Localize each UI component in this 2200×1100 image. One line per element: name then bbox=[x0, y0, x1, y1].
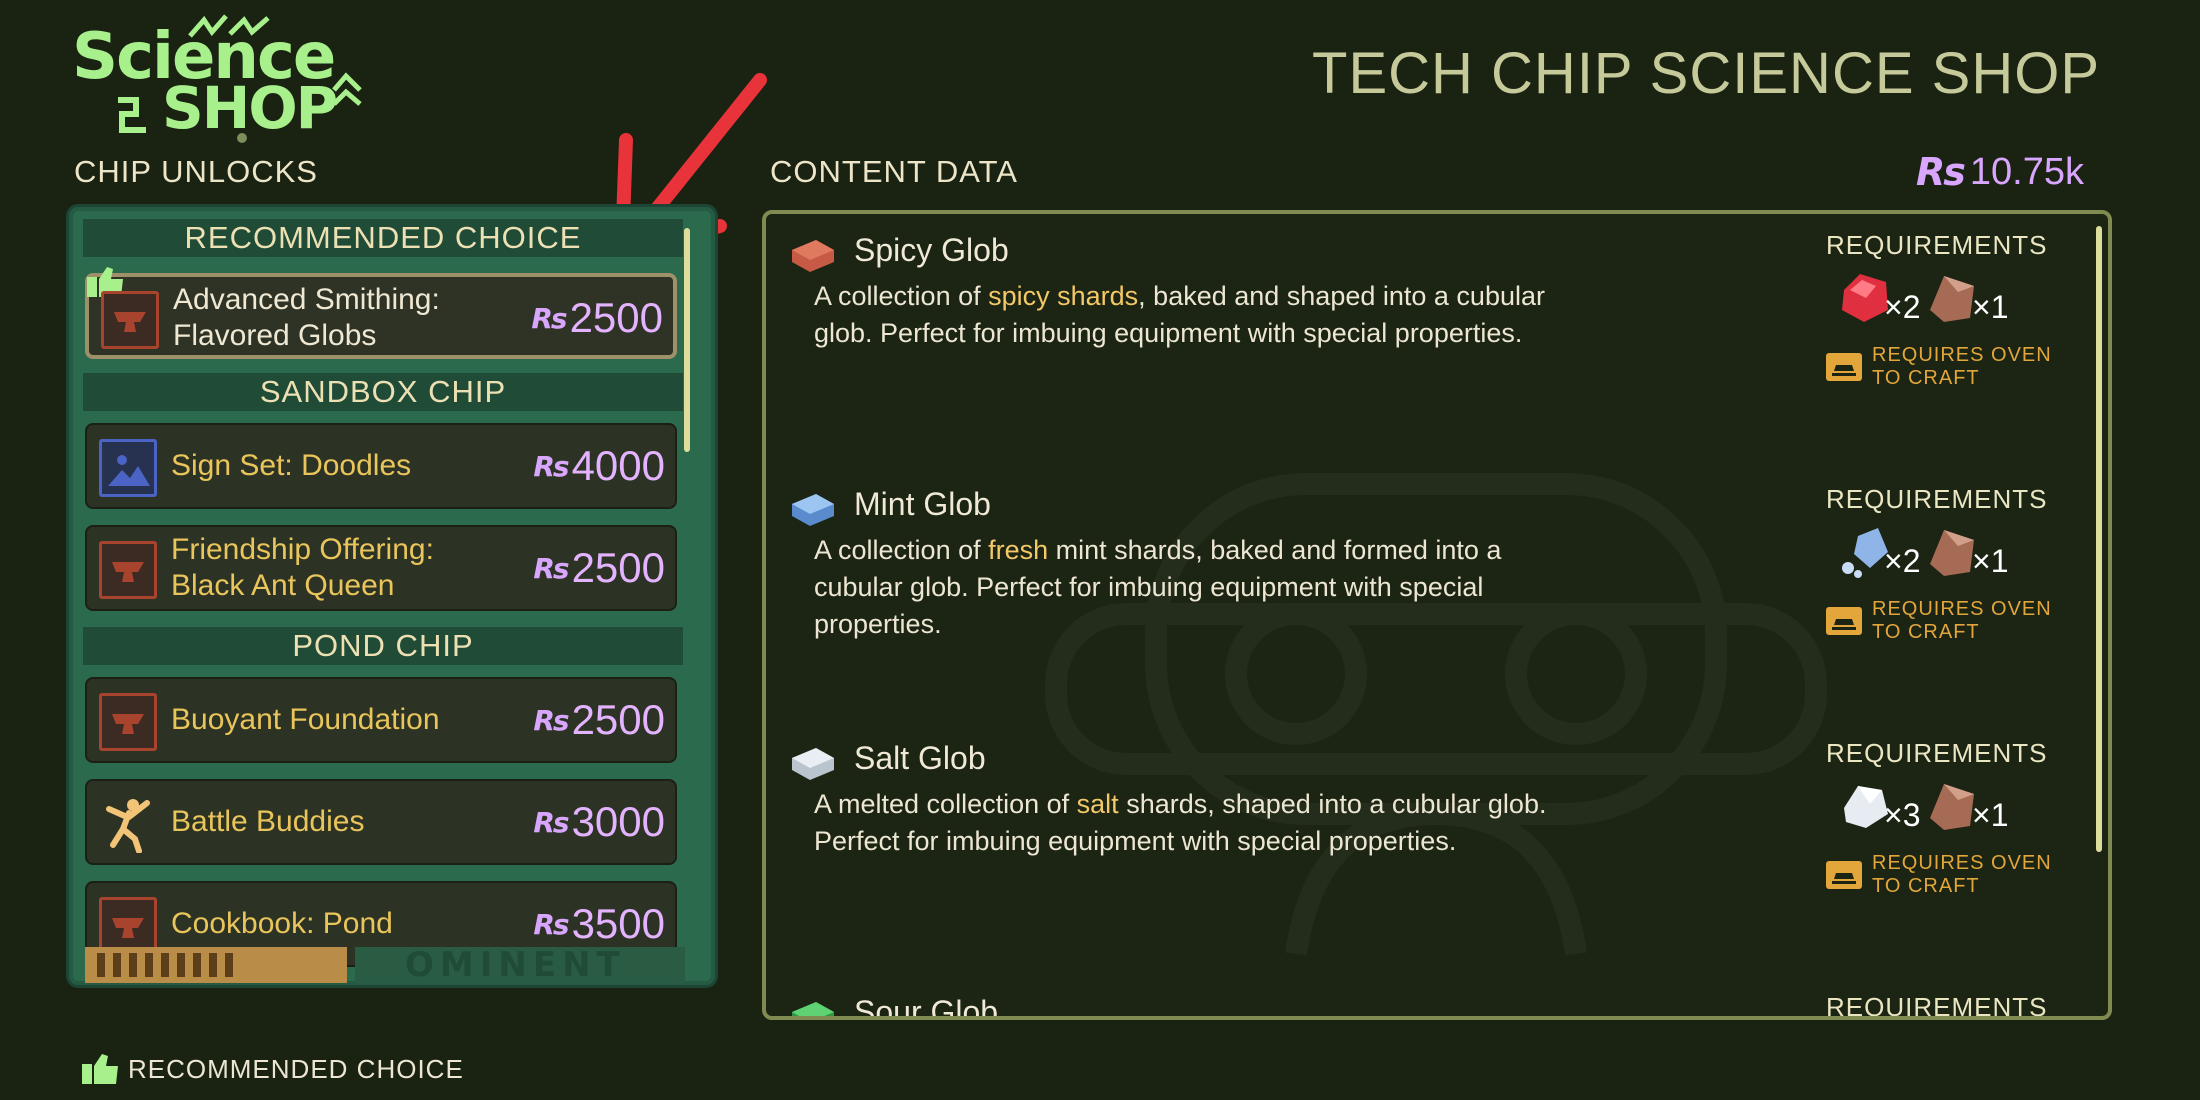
item-name: Spicy Glob bbox=[854, 232, 1009, 268]
page-title: TECH CHIP SCIENCE SHOP bbox=[1312, 41, 2100, 106]
chip-item-label: Buoyant Foundation bbox=[171, 703, 440, 736]
logo-chevron-icon bbox=[332, 72, 362, 106]
item-description: A melted collection of salt shards, shap… bbox=[814, 789, 1547, 856]
anvil-icon bbox=[99, 693, 157, 751]
research-currency-icon: Rs bbox=[1916, 150, 1966, 194]
requirements-label: REQUIREMENTS bbox=[1826, 738, 2048, 768]
logo-text-shop: SHOP bbox=[162, 74, 338, 142]
chip-item-price: Rs 4000 bbox=[533, 442, 665, 489]
legend: RECOMMENDED CHOICE bbox=[80, 1052, 464, 1086]
research-currency-icon: Rs bbox=[533, 805, 569, 839]
chip-item-friendship-offering[interactable]: Friendship Offering: Black Ant Queen Rs … bbox=[85, 525, 677, 611]
image-icon bbox=[99, 439, 157, 497]
chip-item-advanced-smithing[interactable]: Advanced Smithing: Flavored Globs Rs 250… bbox=[85, 267, 677, 359]
salt-glob-icon bbox=[792, 748, 834, 780]
item-description: A collection of fresh mint shards, baked… bbox=[814, 535, 1502, 639]
chip-item-label: Sign Set: Doodles bbox=[171, 449, 412, 482]
oven-icon bbox=[1826, 607, 1862, 635]
thumbs-up-icon bbox=[82, 1054, 118, 1084]
legend-label: RECOMMENDED CHOICE bbox=[128, 1053, 464, 1084]
chip-item-price: Rs 2500 bbox=[533, 544, 665, 591]
requirements-label: REQUIREMENTS bbox=[1826, 484, 2048, 514]
requirement-item: ×1 bbox=[1924, 778, 2008, 834]
chip-item-buoyant-foundation[interactable]: Buoyant Foundation Rs 2500 bbox=[85, 677, 677, 763]
item-name: Salt Glob bbox=[854, 740, 986, 776]
logo-squiggle-icon bbox=[118, 97, 146, 133]
panel-footer: OMINENT bbox=[85, 945, 685, 997]
chip-item-label: Friendship Offering: Black Ant Queen bbox=[171, 533, 434, 602]
chip-unlocks-panel: RECOMMENDED CHOICE Advanced Smithing: Fl… bbox=[66, 204, 718, 988]
oven-icon bbox=[1826, 861, 1862, 889]
watermark-robot-icon bbox=[1045, 473, 1827, 956]
chip-item-label: Battle Buddies bbox=[171, 805, 365, 838]
chip-unlocks-heading: CHIP UNLOCKS bbox=[74, 154, 318, 189]
requirement-item: ×1 bbox=[1924, 524, 2008, 580]
chip-item-price: Rs 2500 bbox=[531, 294, 663, 341]
spicy-glob-icon bbox=[792, 240, 834, 272]
currency-balance: Rs 10.75k bbox=[1916, 150, 2084, 194]
requirements-label: REQUIREMENTS bbox=[1826, 230, 2048, 260]
item-description: A collection of spicy shards, baked and … bbox=[814, 281, 1545, 348]
chip-item-price: Rs 2500 bbox=[533, 696, 665, 743]
chip-item-sign-set-doodles[interactable]: Sign Set: Doodles Rs 4000 bbox=[85, 423, 677, 509]
balance-value: 10.75k bbox=[1969, 150, 2084, 193]
chip-item-battle-buddies[interactable]: Battle Buddies Rs 3000 bbox=[85, 779, 677, 865]
oven-icon bbox=[1826, 353, 1862, 381]
research-currency-icon: Rs bbox=[533, 449, 569, 483]
requirement-item: ×1 bbox=[1924, 270, 2008, 326]
chip-item-price: Rs 3000 bbox=[533, 798, 665, 845]
ominent-logo: OMINENT bbox=[405, 945, 626, 985]
anvil-icon bbox=[99, 541, 157, 599]
dancing-figure-icon bbox=[99, 795, 157, 854]
research-currency-icon: Rs bbox=[533, 551, 569, 585]
research-currency-icon: Rs bbox=[533, 907, 569, 941]
item-name: Mint Glob bbox=[854, 486, 991, 522]
oven-requirement: REQUIRES OVEN TO CRAFT bbox=[1826, 344, 2066, 390]
content-data-panel[interactable]: Spicy Glob A collection of spicy shards,… bbox=[762, 210, 2112, 1020]
chip-item-label: Advanced Smithing: Flavored Globs bbox=[173, 283, 440, 352]
sour-glob-icon bbox=[792, 1002, 834, 1016]
chip-list[interactable]: RECOMMENDED CHOICE Advanced Smithing: Fl… bbox=[83, 219, 685, 975]
category-recommended: RECOMMENDED CHOICE bbox=[83, 219, 683, 257]
category-pond: POND CHIP bbox=[83, 627, 683, 665]
category-sandbox: SANDBOX CHIP bbox=[83, 373, 683, 411]
requirement-item: ×3 bbox=[1836, 778, 1920, 834]
item-name: Sour Glob bbox=[854, 994, 999, 1020]
requirement-item: ×2 bbox=[1836, 270, 1920, 326]
content-scrollbar[interactable] bbox=[2096, 226, 2102, 852]
content-data-heading: CONTENT DATA bbox=[770, 154, 1018, 189]
logo-dot-icon bbox=[237, 133, 247, 143]
research-currency-icon: Rs bbox=[531, 301, 567, 335]
requirements-label: REQUIREMENTS bbox=[1826, 992, 2048, 1020]
chip-list-scrollbar[interactable] bbox=[684, 228, 690, 452]
anvil-icon bbox=[101, 291, 159, 349]
oven-requirement: REQUIRES OVEN TO CRAFT bbox=[1826, 598, 2066, 644]
oven-requirement: REQUIRES OVEN TO CRAFT bbox=[1826, 852, 2066, 898]
research-currency-icon: Rs bbox=[533, 703, 569, 737]
requirement-item: ×2 bbox=[1836, 524, 1920, 580]
mint-glob-icon bbox=[792, 494, 834, 526]
